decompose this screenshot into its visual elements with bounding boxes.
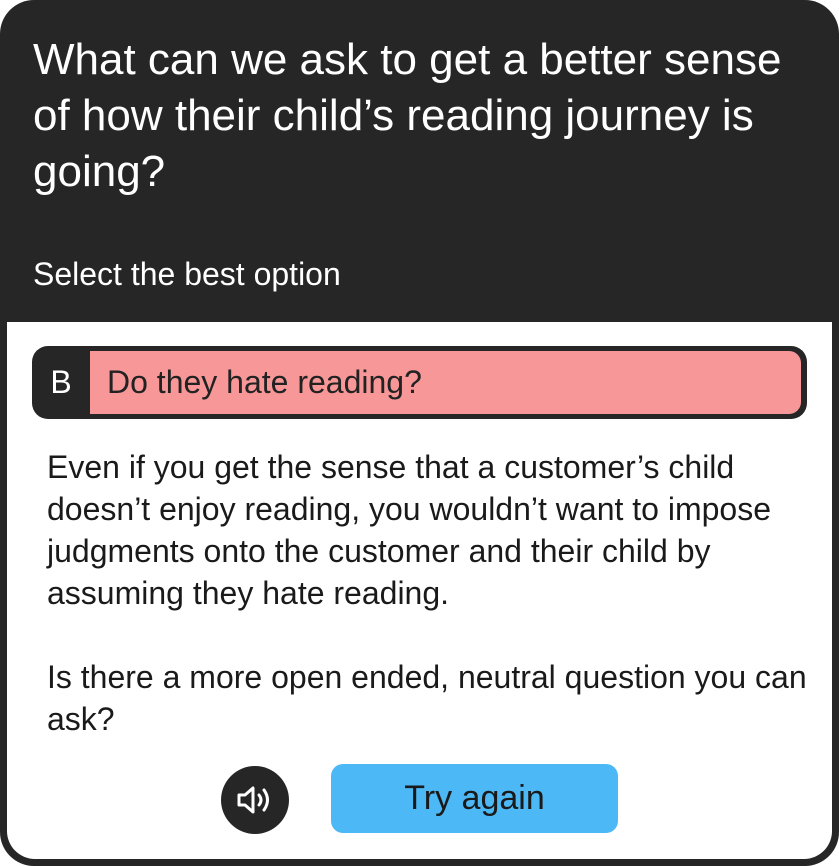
option-letter: B — [50, 364, 72, 400]
option-text-box: Do they hate reading? — [90, 351, 801, 414]
instruction-text: Select the best option — [33, 256, 341, 292]
question-text: What can we ask to get a better sense of… — [33, 35, 782, 196]
speaker-icon — [237, 786, 269, 814]
play-audio-button[interactable] — [221, 766, 289, 834]
feedback-paragraph: Even if you get the sense that a custome… — [47, 449, 771, 611]
selected-option-b[interactable]: B Do they hate reading? — [32, 346, 807, 419]
try-again-button[interactable]: Try again — [331, 764, 618, 833]
feedback-message: Even if you get the sense that a custome… — [47, 446, 807, 740]
option-text: Do they hate reading? — [107, 364, 422, 400]
quiz-card: What can we ask to get a better sense of… — [0, 0, 839, 866]
feedback-paragraph: Is there a more open ended, neutral ques… — [47, 659, 807, 737]
feedback-panel: B Do they hate reading? Even if you get … — [7, 322, 832, 859]
